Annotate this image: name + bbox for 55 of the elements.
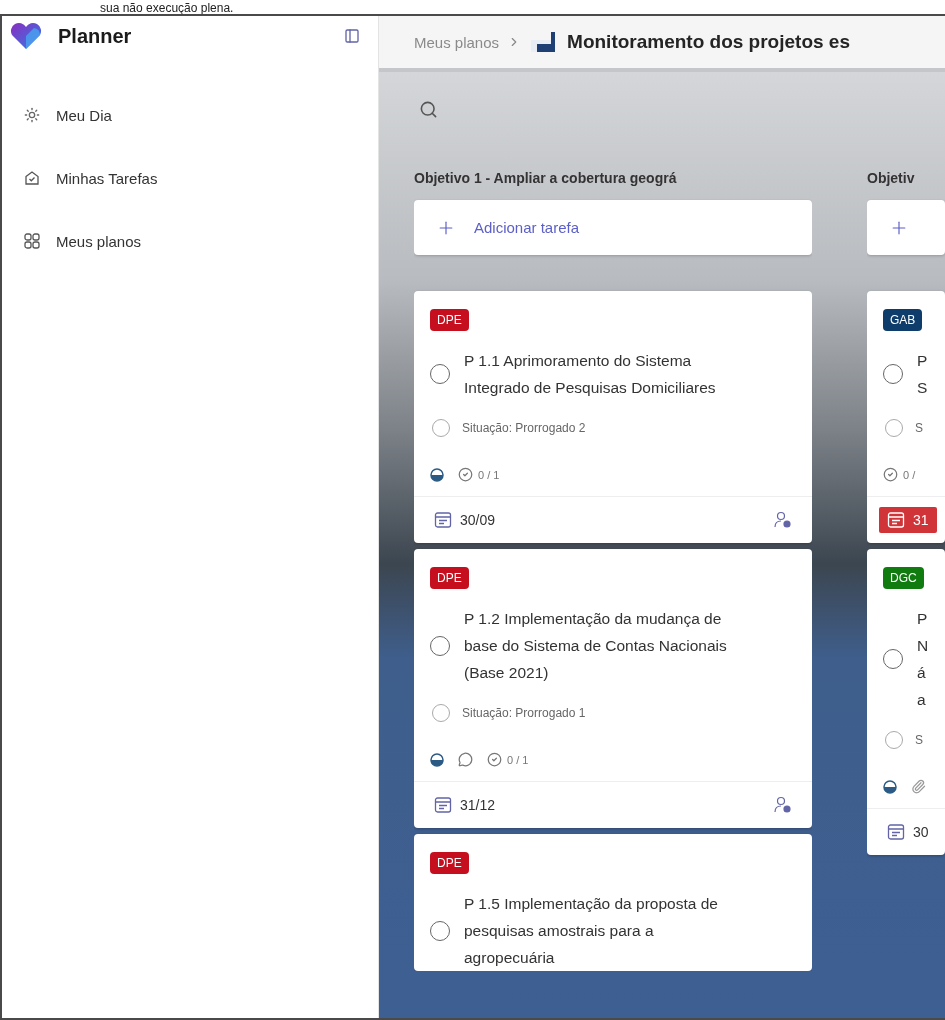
planner-logo-icon <box>10 22 42 50</box>
add-task-button[interactable]: Adicionar tarefa <box>414 200 812 255</box>
half-circle-icon <box>430 467 444 482</box>
assign-person-icon[interactable] <box>774 796 792 814</box>
collapse-panel-button[interactable] <box>344 28 360 44</box>
task-card[interactable]: GAB P S S 0 / 31 <box>867 291 945 543</box>
status-text: S <box>915 421 923 435</box>
task-card[interactable]: DPE P 1.1 Aprimoramento do Sistema Integrado de Pesquisas Domiciliares Situação: Prorrogado 2 0 / 1 30/09 <box>414 291 812 543</box>
status-text: Situação: Prorrogado 2 <box>462 421 586 435</box>
label-tag: DPE <box>430 567 469 589</box>
assign-person-icon[interactable] <box>774 511 792 529</box>
calendar-icon <box>434 796 452 814</box>
due-date: 31 <box>879 507 937 533</box>
label-tag: DGC <box>883 567 924 589</box>
nav-item[interactable]: Minhas Tarefas <box>24 159 344 197</box>
task-title: P 1.1 Aprimoramento do Sistema Integrado de Pesquisas Domiciliares <box>464 351 716 398</box>
checklist-count: 0 / 1 <box>478 468 500 481</box>
task-card[interactable]: DGC P N á a S 30 <box>867 549 945 855</box>
task-title: P N á a <box>917 609 929 710</box>
plan-title: Monitoramento dos projetos es <box>567 31 850 53</box>
app-name: Planner <box>58 24 133 48</box>
caption-text: sua não execução plena. <box>100 2 234 14</box>
sun-icon <box>24 107 40 123</box>
nav-item[interactable]: Meus planos <box>24 222 344 260</box>
check-circle-icon <box>458 467 473 482</box>
task-title: P 1.2 Implementação da mudança de base do Sistema de Contas Nacionais (Base 2021) <box>464 609 727 683</box>
half-circle-icon <box>883 779 897 794</box>
task-title: P S <box>917 351 928 398</box>
search-button[interactable] <box>419 100 438 119</box>
status-text: Situação: Prorrogado 1 <box>462 706 586 720</box>
grid-icon <box>24 233 40 249</box>
status-text: S <box>915 733 923 747</box>
check-circle-icon <box>487 752 502 767</box>
calendar-icon <box>887 511 905 529</box>
house-check-icon <box>24 170 40 186</box>
nav-item[interactable]: Meu Dia <box>24 96 344 134</box>
task-card[interactable]: DPE P 1.5 Implementação da proposta de pesquisas amostrais para a agropecuária <box>414 834 812 971</box>
label-tag: DPE <box>430 309 469 331</box>
paperclip-icon <box>911 779 926 794</box>
checklist-count: 0 / <box>903 468 916 481</box>
due-date: 31/12 <box>426 792 504 818</box>
task-card[interactable]: DPE P 1.2 Implementação da mudança de base do Sistema de Contas Nacionais (Base 2021) Situação: Prorrogado 1 0 / 1 31/12 <box>414 549 812 828</box>
due-date: 30/09 <box>426 507 504 533</box>
checklist-count: 0 / 1 <box>507 753 529 766</box>
calendar-icon <box>434 511 452 529</box>
task-title: P 1.5 Implementação da proposta de pesquisas amostrais para a agropecuária <box>464 894 718 968</box>
bucket-title: Objetivo 1 - Ampliar a cobertura geográ <box>414 170 678 188</box>
label-tag: DPE <box>430 852 469 874</box>
calendar-icon <box>887 823 905 841</box>
due-date: 30 <box>879 819 937 845</box>
comment-icon <box>458 752 473 767</box>
half-circle-icon <box>430 752 444 767</box>
label-tag: GAB <box>883 309 923 331</box>
check-circle-icon <box>883 467 898 482</box>
bucket-title: Objetiv <box>867 170 916 188</box>
